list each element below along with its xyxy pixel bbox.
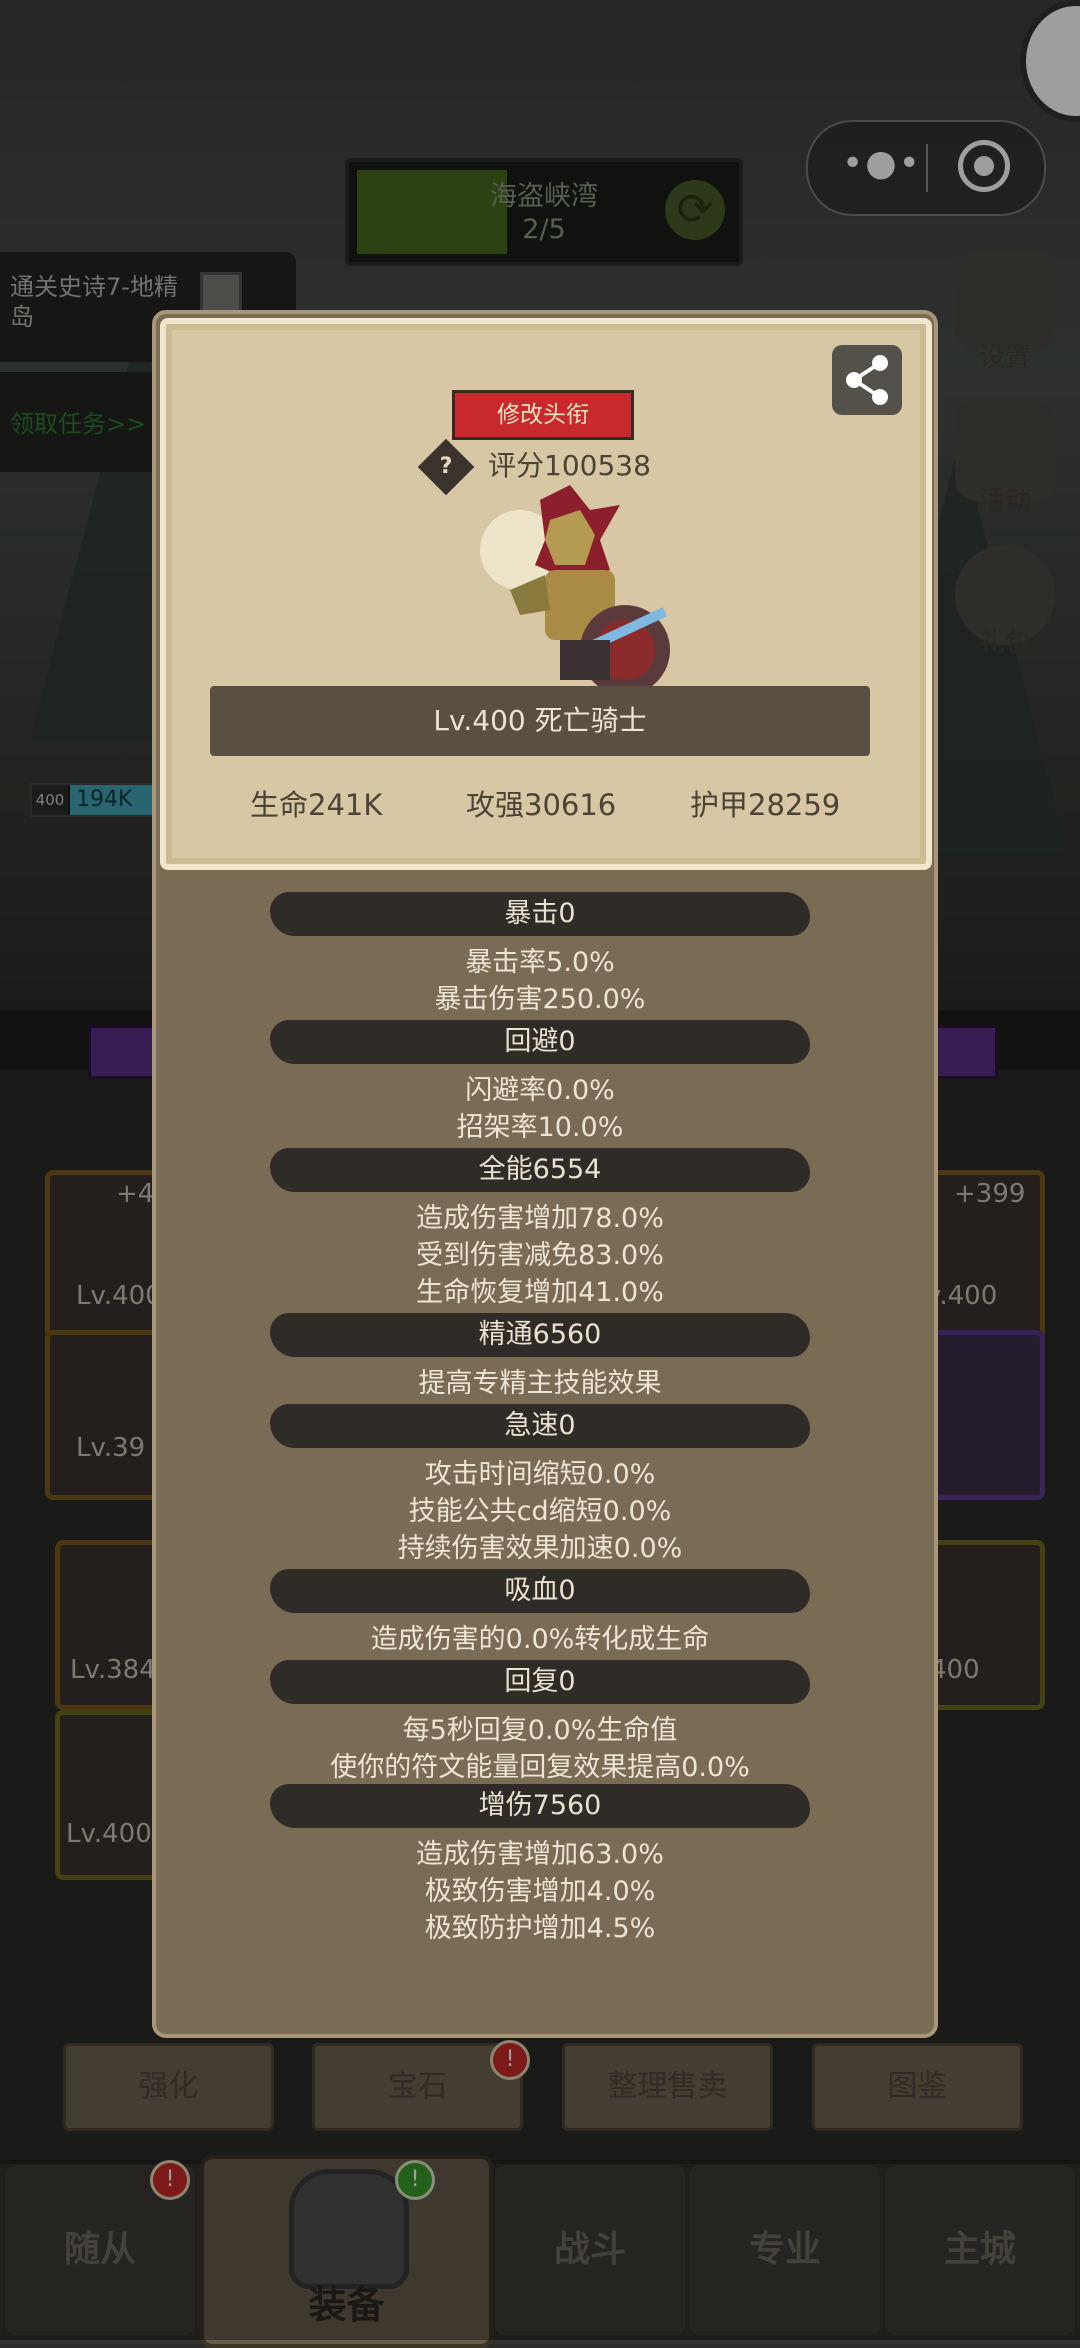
attr-line: 生命恢复增加41.0% bbox=[416, 1277, 664, 1308]
attr-line: 造成伤害的0.0%转化成生命 bbox=[370, 1624, 710, 1655]
attr-versatility-title: 全能6554 bbox=[270, 1148, 810, 1192]
attr-line: 暴击伤害250.0% bbox=[434, 984, 646, 1015]
attr-line: 造成伤害增加63.0% bbox=[416, 1839, 664, 1870]
score-value: 评分100538 bbox=[488, 449, 651, 482]
attr-damage-bonus-title: 增伤7560 bbox=[270, 1784, 810, 1828]
attr-crit-title: 暴击0 bbox=[270, 892, 810, 936]
death-knight-avatar bbox=[450, 480, 680, 710]
stat-armor: 护甲28259 bbox=[690, 788, 841, 822]
attr-regen-title: 回复0 bbox=[270, 1660, 810, 1704]
attr-line: 每5秒回复0.0%生命值 bbox=[402, 1715, 678, 1746]
share-icon[interactable] bbox=[832, 345, 902, 415]
attr-line: 提高专精主技能效果 bbox=[418, 1368, 662, 1399]
attr-line: 受到伤害减免83.0% bbox=[416, 1240, 664, 1271]
attr-line: 持续伤害效果加速0.0% bbox=[397, 1533, 683, 1564]
attr-line: 造成伤害增加78.0% bbox=[416, 1203, 664, 1234]
edit-title-button[interactable]: 修改头衔 bbox=[452, 390, 634, 440]
stat-hp: 生命241K bbox=[250, 788, 383, 822]
attr-line: 暴击率5.0% bbox=[465, 947, 615, 978]
attr-haste-title: 急速0 bbox=[270, 1404, 810, 1448]
attr-line: 使你的符文能量回复效果提高0.0% bbox=[330, 1752, 750, 1783]
attr-line: 招架率10.0% bbox=[456, 1112, 624, 1143]
attr-line: 攻击时间缩短0.0% bbox=[424, 1459, 656, 1490]
attr-line: 极致伤害增加4.0% bbox=[424, 1876, 656, 1907]
attr-mastery-title: 精通6560 bbox=[270, 1313, 810, 1357]
attr-lifesteal-title: 吸血0 bbox=[270, 1569, 810, 1613]
attr-dodge-title: 回避0 bbox=[270, 1020, 810, 1064]
stat-attack-power: 攻强30616 bbox=[466, 788, 617, 822]
attr-line: 技能公共cd缩短0.0% bbox=[408, 1496, 672, 1527]
attr-line: 闪避率0.0% bbox=[465, 1075, 615, 1106]
character-name-bar: Lv.400 死亡骑士 bbox=[210, 686, 870, 756]
attr-line: 极致防护增加4.5% bbox=[424, 1913, 656, 1944]
